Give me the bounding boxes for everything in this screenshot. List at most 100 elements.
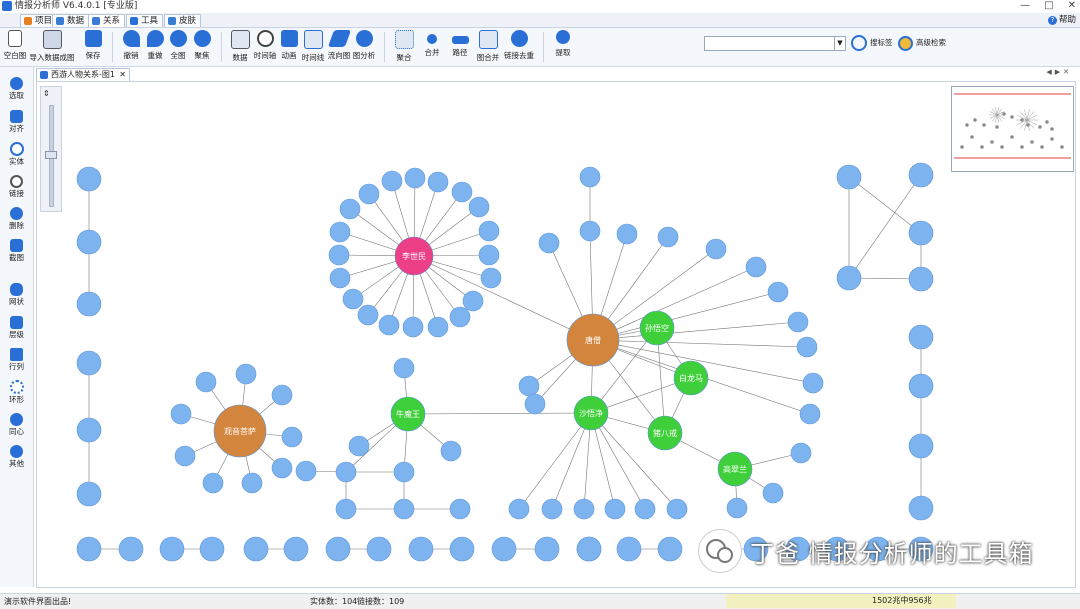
save-button[interactable]: 保存 bbox=[76, 30, 110, 61]
graph-analysis-icon bbox=[355, 30, 373, 47]
graph-node bbox=[393, 357, 415, 379]
graph-node bbox=[705, 238, 727, 260]
extract-button[interactable]: 提取 bbox=[546, 30, 580, 58]
concentric-layout-tool[interactable]: 同心 bbox=[0, 413, 33, 437]
graph-node bbox=[787, 311, 809, 333]
minimize-button[interactable]: — bbox=[1020, 0, 1030, 12]
graph-analysis-button[interactable]: 图分析 bbox=[347, 30, 381, 61]
hierarchy-icon bbox=[10, 316, 23, 329]
tab-tools[interactable]: 工具 bbox=[126, 14, 164, 27]
memory-indicator: 1502兆中956兆 bbox=[726, 594, 956, 608]
graph-node bbox=[462, 290, 484, 312]
search-tag-button[interactable]: 搜标签 bbox=[851, 34, 893, 52]
document-tab[interactable]: 西游人物关系-图1 ✕ bbox=[36, 68, 130, 81]
graph-node bbox=[381, 170, 403, 192]
graph-node bbox=[908, 495, 934, 521]
help-button[interactable]: ? 帮助 bbox=[1047, 14, 1076, 26]
tab-data[interactable]: 数据 bbox=[52, 14, 90, 27]
graph-node bbox=[908, 433, 934, 459]
graph-edge bbox=[848, 174, 922, 279]
graph-node bbox=[508, 498, 530, 520]
link-dedupe-button[interactable]: 链接去重 bbox=[500, 30, 538, 61]
concentric-icon bbox=[10, 413, 23, 426]
minimap-node bbox=[1045, 120, 1049, 124]
watermark: 丁爸 情报分析师的工具箱 bbox=[698, 526, 1034, 576]
grid-layout-tool[interactable]: 行列 bbox=[0, 348, 33, 372]
graph-node bbox=[271, 384, 293, 406]
graph-node bbox=[726, 497, 748, 519]
close-button[interactable]: ✕ bbox=[1068, 0, 1076, 12]
merge-icon bbox=[427, 34, 437, 44]
minimap-node bbox=[1060, 145, 1064, 149]
import-button[interactable]: 导入数据成图 bbox=[29, 30, 75, 63]
graph-node bbox=[579, 220, 601, 242]
hub-label: 孙悟空 bbox=[645, 323, 669, 333]
graph-node bbox=[271, 457, 293, 479]
minimap-node bbox=[960, 145, 964, 149]
graph-node bbox=[579, 166, 601, 188]
graph-node bbox=[366, 536, 392, 562]
chevron-down-icon[interactable]: ▼ bbox=[834, 37, 845, 50]
align-tool[interactable]: 对齐 bbox=[0, 110, 33, 134]
minimap-node bbox=[1038, 125, 1042, 129]
search-input[interactable]: ▼ bbox=[704, 36, 846, 51]
entity-tool[interactable]: 实体 bbox=[0, 142, 33, 167]
graph-node bbox=[329, 267, 351, 289]
relationship-graph[interactable]: 李世民唐僧观音菩萨 沙悟净 孙悟空白龙马猪八戒 牛魔王高翠兰 bbox=[37, 82, 1075, 587]
graph-node bbox=[241, 472, 263, 494]
select-tool[interactable]: 选取 bbox=[0, 77, 33, 101]
graph-canvas[interactable]: 李世民 唐僧 观音菩萨 沙悟净 孙悟空 白龙马 猪八戒 牛魔王 高翠兰 bbox=[36, 81, 1076, 588]
graph-node bbox=[295, 460, 317, 482]
focus-icon bbox=[193, 30, 211, 47]
other-layout-icon bbox=[10, 445, 23, 458]
overview-minimap[interactable] bbox=[951, 86, 1074, 172]
window-title: 情报分析师 V6.4.0.1 [专业版] bbox=[15, 1, 138, 11]
delete-tool[interactable]: 删除 bbox=[0, 207, 33, 231]
tab-navigation[interactable]: ◀▶✕ bbox=[1046, 68, 1072, 76]
advanced-search-button[interactable]: 高级检索 bbox=[898, 34, 946, 52]
maximize-button[interactable]: □ bbox=[1044, 0, 1053, 12]
tab-relation[interactable]: 关系 bbox=[88, 14, 126, 27]
menu-bar: 项目 数据 关系 工具 皮肤 ? 帮助 bbox=[0, 13, 1080, 28]
graph-node bbox=[790, 442, 812, 464]
graph-node bbox=[451, 181, 473, 203]
hub-label: 李世民 bbox=[402, 251, 426, 261]
link-count: 链接数：109 bbox=[357, 597, 405, 606]
blank-chart-icon bbox=[8, 30, 22, 47]
graph-node bbox=[762, 482, 784, 504]
link-tool[interactable]: 链接 bbox=[0, 175, 33, 199]
other-layout-tool[interactable]: 其他 bbox=[0, 445, 33, 469]
graph-node bbox=[799, 403, 821, 425]
graph-node bbox=[518, 375, 540, 397]
minimap-graph bbox=[954, 93, 1071, 159]
graph-node bbox=[159, 536, 185, 562]
align-icon bbox=[10, 110, 23, 123]
screenshot-icon bbox=[10, 239, 23, 252]
blank-chart-button[interactable]: 空白图 bbox=[0, 30, 32, 61]
circle-layout-tool[interactable]: 环形 bbox=[0, 380, 33, 405]
screenshot-tool[interactable]: 截图 bbox=[0, 239, 33, 263]
grid-layout-icon bbox=[10, 348, 23, 361]
graph-node bbox=[174, 445, 196, 467]
tab-skin[interactable]: 皮肤 bbox=[164, 14, 202, 27]
title-bar: 情报分析师 V6.4.0.1 [专业版] — □ ✕ bbox=[0, 0, 1080, 13]
zoom-slider[interactable]: ⇕ bbox=[40, 86, 62, 212]
link-icon bbox=[10, 175, 23, 188]
zoom-thumb[interactable] bbox=[45, 151, 57, 159]
entity-count: 实体数：104 bbox=[310, 597, 358, 606]
network-layout-tool[interactable]: 网状 bbox=[0, 283, 33, 307]
graph-edge bbox=[592, 266, 757, 341]
graph-node bbox=[427, 316, 449, 338]
focus-button[interactable]: 聚焦 bbox=[185, 30, 219, 61]
graph-node bbox=[616, 536, 642, 562]
hierarchy-layout-tool[interactable]: 层级 bbox=[0, 316, 33, 340]
circle-layout-icon bbox=[9, 380, 24, 394]
minimap-node bbox=[1000, 145, 1004, 149]
chart-icon bbox=[40, 71, 48, 79]
graph-node bbox=[604, 498, 626, 520]
graph-node bbox=[243, 536, 269, 562]
graph-node bbox=[478, 244, 500, 266]
graph-node bbox=[404, 167, 426, 189]
graph-node bbox=[440, 440, 462, 462]
close-tab-icon[interactable]: ✕ bbox=[119, 69, 126, 81]
